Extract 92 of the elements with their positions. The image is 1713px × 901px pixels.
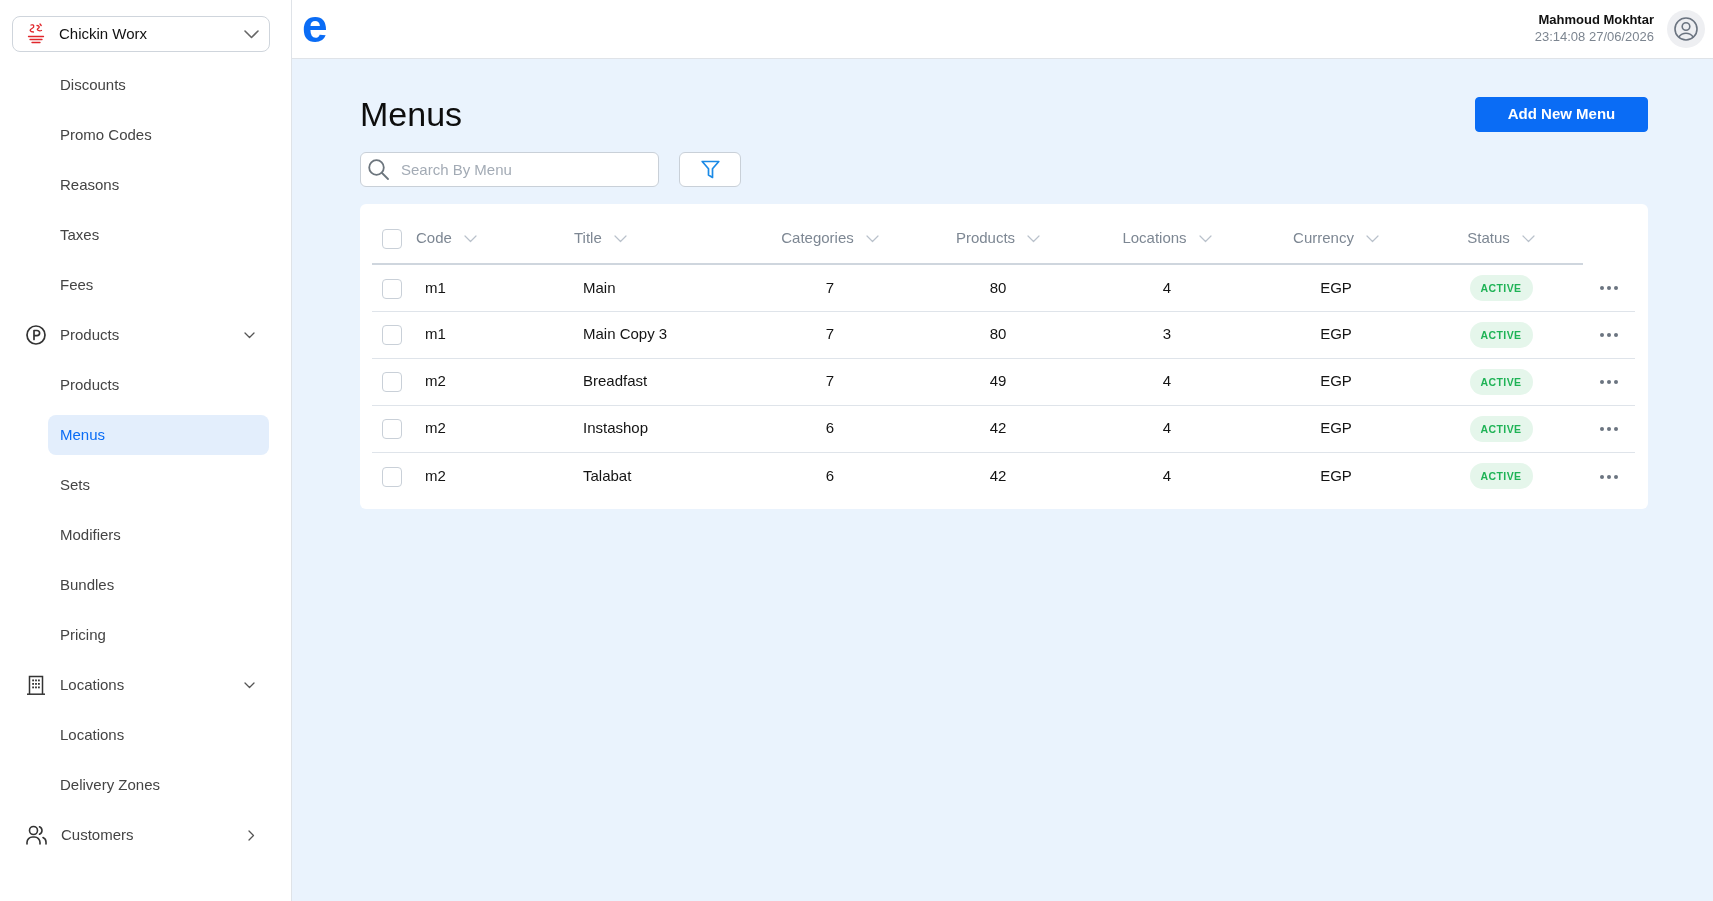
product-count: 80 bbox=[989, 325, 1007, 343]
brand-logo-icon bbox=[27, 23, 45, 45]
search-icon bbox=[368, 159, 389, 180]
date-time: 23:14:08 27/06/2026 bbox=[1534, 29, 1654, 46]
column-header[interactable]: Status bbox=[1467, 227, 1510, 250]
category-count: 7 bbox=[825, 372, 835, 390]
menu-code: m1 bbox=[425, 325, 446, 343]
filter-icon bbox=[700, 160, 720, 179]
sidebar-item[interactable]: Taxes bbox=[48, 215, 269, 255]
product-count: 80 bbox=[989, 278, 1007, 296]
column-header[interactable]: Code bbox=[416, 227, 452, 250]
category-count: 6 bbox=[825, 419, 835, 437]
product-count: 42 bbox=[989, 419, 1007, 437]
add-menu-button[interactable]: Add New Menu bbox=[1475, 96, 1648, 132]
chevron-down-icon bbox=[244, 29, 259, 39]
circled-p-icon bbox=[26, 325, 46, 345]
menu-title: Main bbox=[583, 278, 616, 296]
status-badge: ACTIVE bbox=[1469, 462, 1533, 489]
app-logo: e bbox=[302, 3, 328, 49]
column-header[interactable]: Title bbox=[574, 227, 602, 250]
category-count: 7 bbox=[825, 325, 835, 343]
sidebar-item[interactable]: Bundles bbox=[48, 565, 269, 605]
menu-code: m1 bbox=[425, 278, 446, 296]
chevron-down-icon[interactable] bbox=[1365, 234, 1379, 243]
status-badge: ACTIVE bbox=[1469, 321, 1533, 348]
menu-title: Instashop bbox=[583, 419, 649, 437]
brand-selector[interactable]: Chickin Worx bbox=[12, 16, 270, 52]
chevron-down-icon[interactable] bbox=[1521, 234, 1535, 243]
category-count: 7 bbox=[825, 278, 835, 296]
location-count: 4 bbox=[1162, 419, 1172, 437]
column-header[interactable]: Locations bbox=[1122, 227, 1187, 250]
filter-button[interactable] bbox=[679, 152, 741, 187]
currency-code: EGP bbox=[1320, 466, 1352, 484]
page-title: Menus bbox=[360, 94, 463, 134]
location-count: 3 bbox=[1162, 325, 1172, 343]
more-options-icon[interactable] bbox=[1600, 333, 1618, 338]
checkbox[interactable] bbox=[382, 278, 402, 299]
currency-code: EGP bbox=[1320, 372, 1352, 390]
status-badge: ACTIVE bbox=[1469, 415, 1533, 442]
product-count: 49 bbox=[989, 372, 1007, 390]
sidebar-item[interactable]: Promo Codes bbox=[48, 115, 269, 155]
sidebar-group[interactable]: Locations bbox=[26, 665, 269, 705]
chevron-down-icon[interactable] bbox=[865, 234, 879, 243]
location-count: 4 bbox=[1162, 278, 1172, 296]
menu-title: Talabat bbox=[583, 466, 632, 484]
sidebar-group[interactable]: Products bbox=[26, 315, 269, 355]
column-header[interactable]: Categories bbox=[781, 227, 854, 250]
sidebar-item[interactable]: Products bbox=[48, 365, 269, 405]
chevron-down-icon[interactable] bbox=[1027, 234, 1041, 243]
column-header[interactable]: Currency bbox=[1293, 227, 1354, 250]
column-header[interactable]: Products bbox=[955, 227, 1016, 250]
user-avatar-icon[interactable] bbox=[1667, 10, 1705, 48]
checkbox[interactable] bbox=[382, 372, 402, 393]
sidebar-item[interactable]: Delivery Zones bbox=[48, 765, 269, 805]
checkbox[interactable] bbox=[382, 229, 402, 250]
menu-code: m2 bbox=[425, 466, 446, 484]
chevron-down-icon[interactable] bbox=[1198, 234, 1212, 243]
category-count: 6 bbox=[825, 466, 835, 484]
menu-title: Breadfast bbox=[583, 372, 648, 390]
sidebar-group[interactable]: Customers bbox=[26, 815, 269, 855]
sidebar-item[interactable]: Reasons bbox=[48, 165, 269, 205]
sidebar-item[interactable]: Discounts bbox=[48, 65, 269, 105]
chevron-down-icon[interactable] bbox=[613, 234, 627, 243]
more-options-icon[interactable] bbox=[1600, 474, 1618, 479]
currency-code: EGP bbox=[1320, 419, 1352, 437]
menu-code: m2 bbox=[425, 372, 446, 390]
search-field[interactable]: Search By Menu bbox=[360, 152, 659, 187]
more-options-icon[interactable] bbox=[1600, 380, 1618, 385]
status-badge: ACTIVE bbox=[1469, 368, 1533, 395]
sidebar-item[interactable]: Pricing bbox=[48, 615, 269, 655]
sidebar-item[interactable]: Modifiers bbox=[48, 515, 269, 555]
building-icon bbox=[26, 675, 46, 695]
checkbox[interactable] bbox=[382, 419, 402, 440]
menu-title: Main Copy 3 bbox=[583, 325, 668, 343]
users-icon bbox=[26, 825, 47, 845]
sidebar-item[interactable]: Locations bbox=[48, 715, 269, 755]
checkbox[interactable] bbox=[382, 466, 402, 487]
more-options-icon[interactable] bbox=[1600, 286, 1618, 291]
user-name: Mahmoud Mokhtar bbox=[1538, 12, 1654, 29]
chevron-down-icon[interactable] bbox=[463, 234, 477, 243]
sidebar-item[interactable]: Sets bbox=[48, 465, 269, 505]
location-count: 4 bbox=[1162, 372, 1172, 390]
currency-code: EGP bbox=[1320, 325, 1352, 343]
menu-code: m2 bbox=[425, 419, 446, 437]
checkbox[interactable] bbox=[382, 325, 402, 346]
location-count: 4 bbox=[1162, 466, 1172, 484]
product-count: 42 bbox=[989, 466, 1007, 484]
currency-code: EGP bbox=[1320, 278, 1352, 296]
status-badge: ACTIVE bbox=[1469, 274, 1533, 301]
sidebar-item[interactable]: Menus bbox=[48, 415, 269, 455]
sidebar-item[interactable]: Fees bbox=[48, 265, 269, 305]
more-options-icon[interactable] bbox=[1600, 427, 1618, 432]
